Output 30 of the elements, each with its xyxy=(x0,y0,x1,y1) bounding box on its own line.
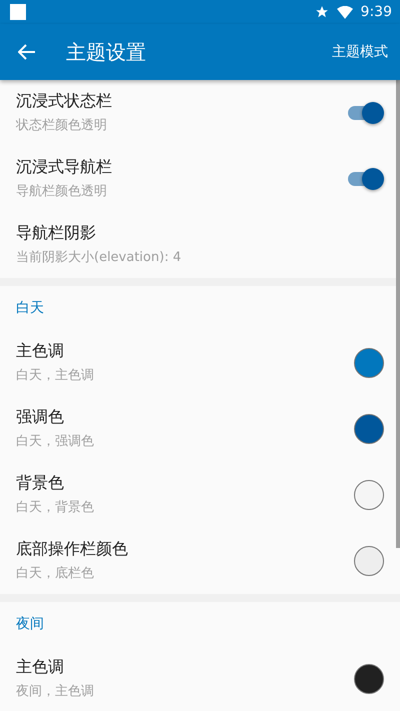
preference-title: 导航栏阴影 xyxy=(16,223,97,244)
color-swatch[interactable] xyxy=(354,414,384,444)
notification-icon xyxy=(10,4,26,20)
preference-title: 强调色 xyxy=(16,407,65,428)
preference-summary: 当前阴影大小(elevation): 4 xyxy=(16,250,182,267)
preference-summary: 夜间，主色调 xyxy=(16,684,94,701)
theme-mode-button[interactable]: 主题模式 xyxy=(332,42,388,62)
color-swatch[interactable] xyxy=(354,546,384,576)
back-button[interactable] xyxy=(18,44,36,60)
preference-title: 沉浸式状态栏 xyxy=(16,91,112,112)
preference-title: 底部操作栏颜色 xyxy=(16,539,128,560)
status-time: 9:39 xyxy=(360,2,392,22)
preference-summary: 导航栏颜色透明 xyxy=(16,184,108,201)
preference-title: 背景色 xyxy=(16,473,65,494)
preference-summary: 状态栏颜色透明 xyxy=(16,118,108,135)
preference-title: 沉浸式导航栏 xyxy=(16,157,112,178)
preference-summary: 白天，主色调 xyxy=(16,368,94,385)
section-header: 白天 xyxy=(15,298,45,318)
preference-summary: 白天，强调色 xyxy=(16,434,94,451)
wifi-icon xyxy=(336,6,353,18)
color-swatch[interactable] xyxy=(354,348,384,378)
preference-title: 主色调 xyxy=(16,341,65,362)
screen-title: 主题设置 xyxy=(66,39,146,66)
star-icon xyxy=(314,5,329,19)
preference-title: 主色调 xyxy=(16,657,65,678)
preference-summary: 白天，背景色 xyxy=(16,500,94,517)
section-header: 夜间 xyxy=(15,614,45,634)
color-swatch[interactable] xyxy=(354,480,384,510)
preference-summary: 白天，底栏色 xyxy=(16,566,95,583)
color-swatch[interactable] xyxy=(354,664,384,694)
